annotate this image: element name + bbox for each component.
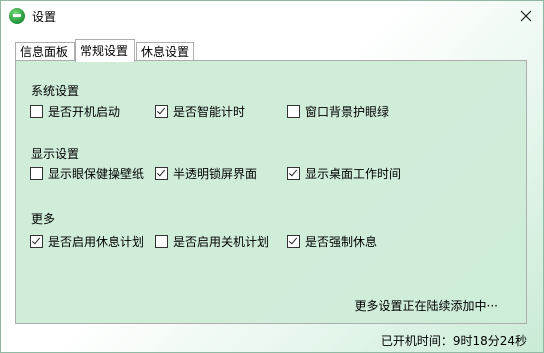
tab-info-panel[interactable]: 信息面板 [15, 42, 75, 61]
checkbox-box-checked[interactable] [287, 167, 300, 180]
close-button[interactable] [513, 3, 539, 29]
section-label-display: 显示设置 [31, 147, 80, 161]
window-title: 设置 [32, 10, 57, 24]
checkbox-box[interactable] [155, 235, 168, 248]
checkbox-box[interactable] [30, 105, 43, 118]
checkbox-label: 是否开机启动 [48, 105, 121, 119]
checkbox-label: 显示桌面工作时间 [305, 167, 402, 181]
checkbox-rest-plan[interactable]: 是否启用休息计划 [30, 233, 144, 250]
checkbox-auto-start[interactable]: 是否开机启动 [30, 103, 120, 120]
tab-general-settings[interactable]: 常规设置 [75, 39, 135, 62]
checkbox-eye-green-bg[interactable]: 窗口背景护眼绿 [287, 103, 389, 120]
close-icon [520, 10, 532, 22]
checkbox-box[interactable] [287, 105, 300, 118]
section-label-system: 系统设置 [31, 84, 80, 98]
checkbox-label: 是否启用休息计划 [48, 235, 145, 249]
more-settings-note: 更多设置正在陆续添加中··· [354, 299, 498, 313]
checkbox-label: 半透明锁屏界面 [173, 167, 258, 181]
checkbox-box[interactable] [30, 167, 43, 180]
checkbox-forced-rest[interactable]: 是否强制休息 [287, 233, 377, 250]
checkbox-label: 是否智能计时 [173, 105, 246, 119]
checkbox-shutdown-plan[interactable]: 是否启用关机计划 [155, 233, 269, 250]
checkbox-label: 是否启用关机计划 [173, 235, 270, 249]
checkbox-label: 显示眼保健操壁纸 [48, 167, 145, 181]
title-bar[interactable]: 设置 [1, 1, 543, 31]
checkbox-box-checked[interactable] [30, 235, 43, 248]
checkbox-desktop-work-time[interactable]: 显示桌面工作时间 [287, 165, 401, 182]
checkbox-translucent-lockscreen[interactable]: 半透明锁屏界面 [155, 165, 257, 182]
checkbox-box-checked[interactable] [155, 105, 168, 118]
checkbox-label: 窗口背景护眼绿 [305, 105, 390, 119]
general-settings-panel: 系统设置 是否开机启动 是否智能计时 窗口背景护眼绿 显示设置 显示眼保健操壁纸 [15, 60, 527, 324]
section-label-more: 更多 [31, 212, 56, 226]
checkbox-box-checked[interactable] [155, 167, 168, 180]
checkbox-box-checked[interactable] [287, 235, 300, 248]
settings-window: 设置 信息面板 常规设置 休息设置 系统设置 是否开机启动 是否智能计时 窗口背… [0, 0, 544, 353]
checkbox-smart-timing[interactable]: 是否智能计时 [155, 103, 245, 120]
tab-rest-settings[interactable]: 休息设置 [136, 42, 194, 61]
checkbox-label: 是否强制休息 [305, 235, 378, 249]
app-logo-icon [9, 8, 25, 24]
checkbox-eye-exercise-wallpaper[interactable]: 显示眼保健操壁纸 [30, 165, 144, 182]
uptime-status: 已开机时间：9时18分24秒 [380, 334, 527, 348]
